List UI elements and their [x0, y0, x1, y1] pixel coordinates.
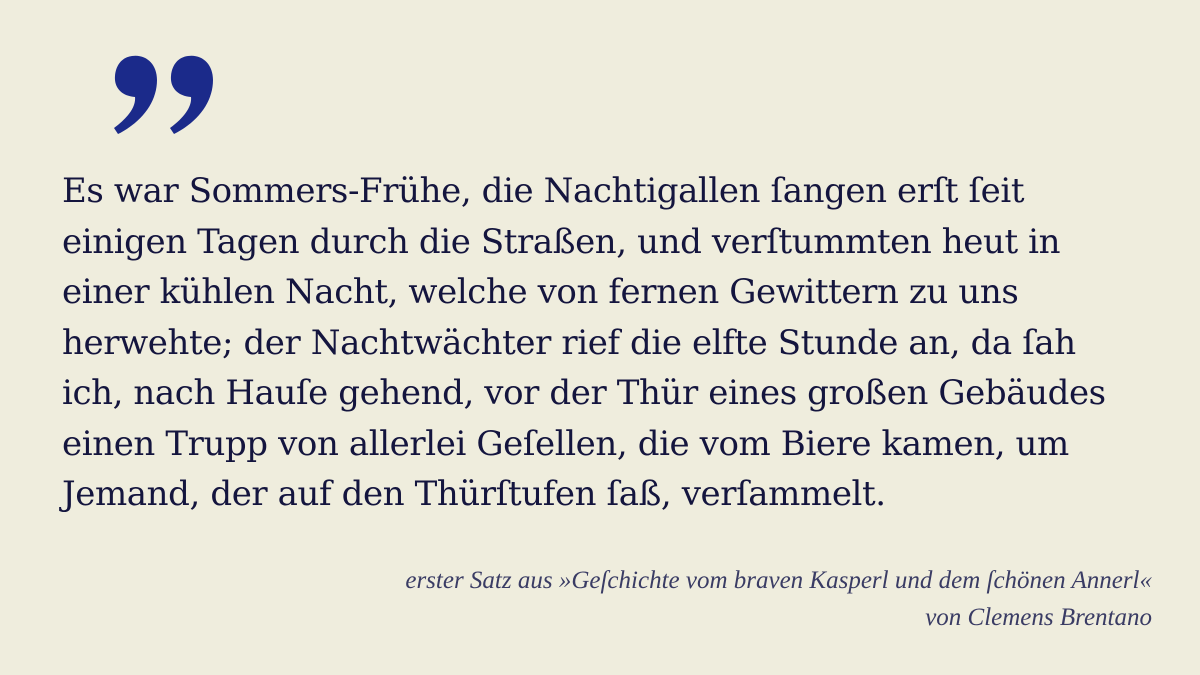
attribution-author: von Clemens Brentano [925, 604, 1152, 631]
attribution: erster Satz aus »Geſchichte vom braven K… [152, 562, 1152, 636]
quotation-mark-right [170, 55, 213, 134]
quotation-mark-icon [114, 55, 213, 134]
attribution-source: erster Satz aus »Geſchichte vom braven K… [405, 567, 1152, 594]
quote-line: Es war Sommers-Frühe, die Nachtigallen ſ… [62, 171, 1025, 211]
quote-line: einer kühlen Nacht, welche von fernen Ge… [62, 272, 1019, 312]
quote-line: ich, nach Hauſe gehend, vor der Thür ein… [62, 373, 1106, 413]
quote-text: Es war Sommers-Frühe, die Nachtigallen ſ… [62, 166, 1142, 520]
quote-card: Es war Sommers-Frühe, die Nachtigallen ſ… [0, 0, 1200, 675]
quotation-mark-left [114, 55, 157, 134]
quote-line: einigen Tagen durch die Straßen, und ver… [62, 221, 1061, 262]
quote-line: einen Trupp von allerlei Geſellen, die v… [62, 423, 1069, 464]
quote-line: herwehte; der Nachtwächter rief die elft… [62, 322, 1076, 363]
quote-line: Jemand, der auf den Thürſtufen ſaß, verſ… [62, 474, 886, 514]
